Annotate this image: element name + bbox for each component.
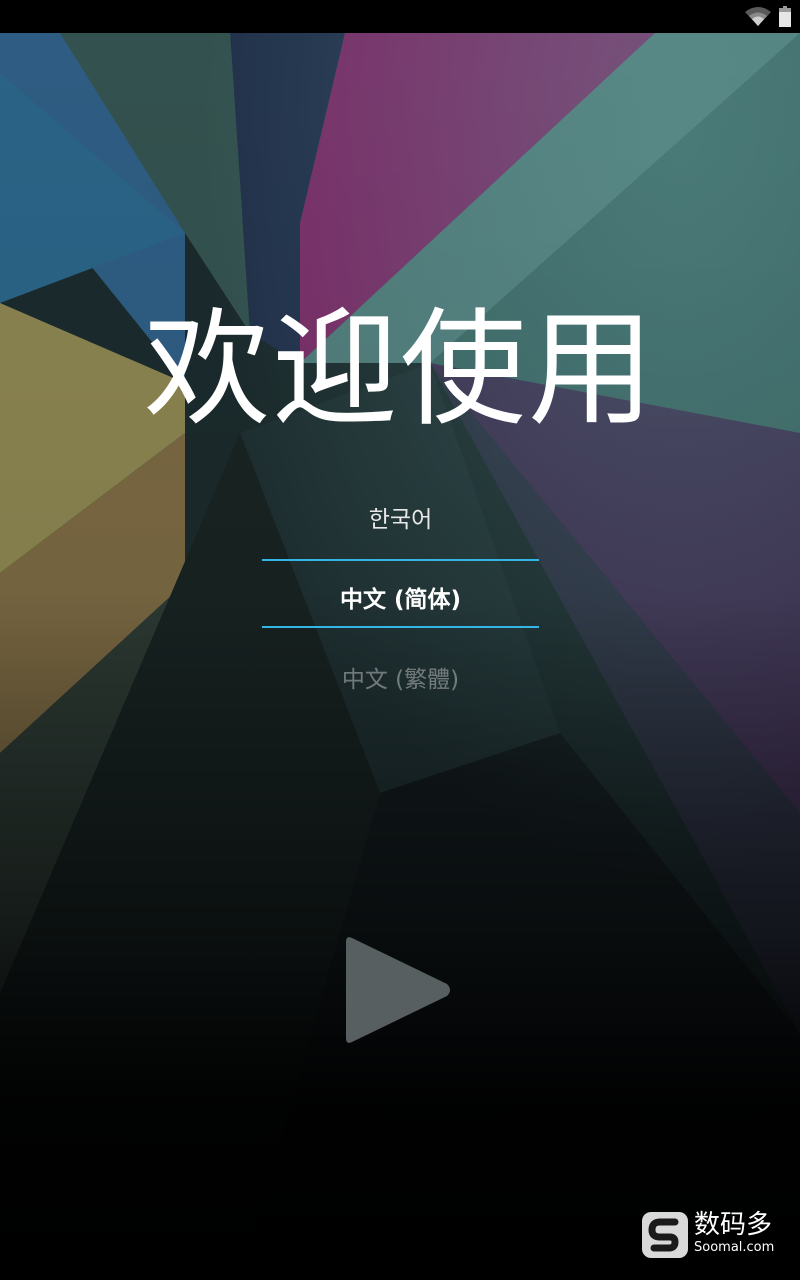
language-picker[interactable]: 한국어 中文 (简体) 中文 (繁體) bbox=[262, 478, 539, 718]
watermark: 数码多 Soomal.com bbox=[640, 1210, 790, 1262]
language-option-simplified-chinese[interactable]: 中文 (简体) bbox=[262, 558, 539, 636]
status-bar bbox=[0, 0, 800, 33]
battery-icon bbox=[779, 6, 791, 27]
watermark-brand: 数码多 bbox=[694, 1210, 773, 1240]
language-option-korean[interactable]: 한국어 bbox=[262, 478, 539, 556]
play-icon[interactable] bbox=[335, 925, 465, 1055]
watermark-site: Soomal.com bbox=[694, 1240, 775, 1255]
picker-divider-bottom bbox=[262, 626, 539, 628]
welcome-title: 欢迎使用 bbox=[144, 296, 656, 443]
language-option-traditional-chinese[interactable]: 中文 (繁體) bbox=[262, 638, 539, 716]
setup-wizard-screen: 欢迎使用 한국어 中文 (简体) 中文 (繁體) 数码多 Soomal.com bbox=[0, 0, 800, 1280]
wifi-icon bbox=[745, 7, 771, 26]
soomal-logo-icon bbox=[642, 1212, 688, 1258]
